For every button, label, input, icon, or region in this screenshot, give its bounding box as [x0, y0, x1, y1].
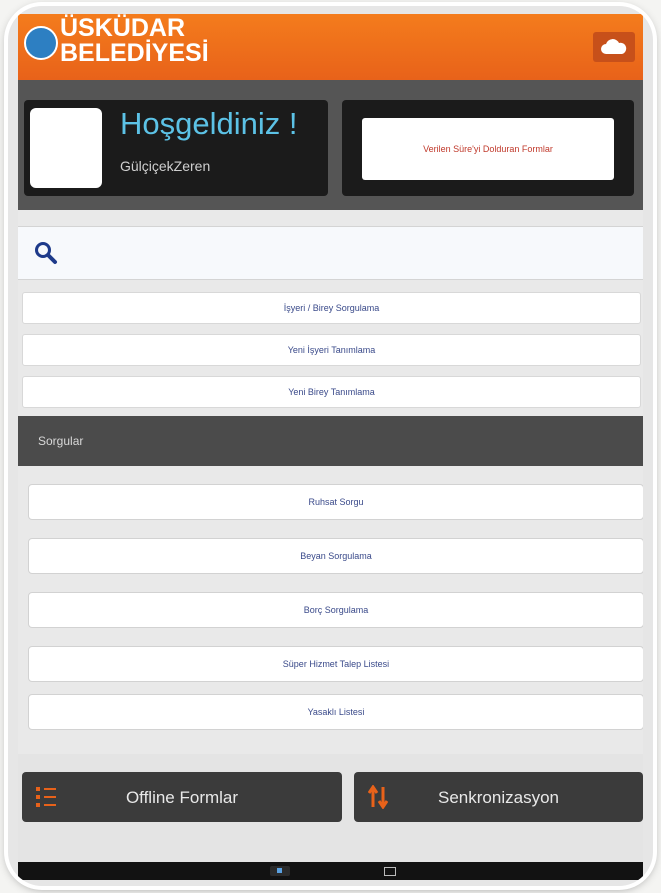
search-bar — [18, 226, 643, 280]
new-business-button[interactable]: Yeni İşyeri Tanımlama — [22, 334, 641, 366]
person-business-query-button[interactable]: İşyeri / Birey Sorgulama — [22, 292, 641, 324]
welcome-band: Hoşgeldiniz ! GülçiçekZeren Verilen Süre… — [18, 80, 643, 210]
device-frame: ÜSKÜDAR BELEDİYESİ Hoşgeldiniz ! Gülçiçe… — [8, 6, 653, 886]
section-title: Sorgular — [38, 434, 84, 448]
section-header: Sorgular — [18, 416, 643, 466]
bottom-toolbar: Offline Formlar Senkronizasyon — [18, 754, 643, 866]
sync-label: Senkronizasyon — [438, 788, 559, 807]
system-nav-bar — [18, 862, 643, 880]
sync-button[interactable]: Senkronizasyon — [354, 772, 643, 822]
search-icon[interactable] — [34, 241, 58, 265]
debt-query-button[interactable]: Borç Sorgulama — [28, 592, 643, 628]
logo-line-2: BELEDİYESİ — [60, 39, 209, 67]
offline-forms-label: Offline Formlar — [125, 788, 239, 807]
cloud-button[interactable] — [593, 32, 635, 62]
logo-line-1: ÜSKÜDAR — [60, 14, 185, 42]
avatar[interactable] — [30, 108, 102, 188]
app-header: ÜSKÜDAR BELEDİYESİ — [18, 14, 643, 80]
app-screen: ÜSKÜDAR BELEDİYESİ Hoşgeldiniz ! Gülçiçe… — [18, 14, 643, 880]
recent-apps-icon[interactable] — [384, 867, 396, 876]
app-logo: ÜSKÜDAR BELEDİYESİ — [60, 16, 209, 66]
declaration-query-button[interactable]: Beyan Sorgulama — [28, 538, 643, 574]
logo-icon — [24, 26, 58, 60]
expired-forms-button[interactable]: Verilen Süre'yi Dolduran Formlar — [362, 118, 614, 180]
home-icon[interactable] — [270, 866, 290, 876]
new-person-button[interactable]: Yeni Birey Tanımlama — [22, 376, 641, 408]
welcome-panel: Hoşgeldiniz ! GülçiçekZeren — [24, 100, 328, 196]
offline-forms-button[interactable]: Offline Formlar — [22, 772, 342, 822]
license-query-button[interactable]: Ruhsat Sorgu — [28, 484, 643, 520]
service-request-list-button[interactable]: Süper Hizmet Talep Listesi — [28, 646, 643, 682]
search-input[interactable] — [68, 235, 632, 271]
welcome-title: Hoşgeldiniz ! — [120, 106, 298, 141]
cloud-icon — [601, 39, 627, 54]
banned-list-button[interactable]: Yasaklı Listesi — [28, 694, 643, 730]
forms-panel: Verilen Süre'yi Dolduran Formlar — [342, 100, 634, 196]
user-name: GülçiçekZeren — [120, 158, 211, 174]
